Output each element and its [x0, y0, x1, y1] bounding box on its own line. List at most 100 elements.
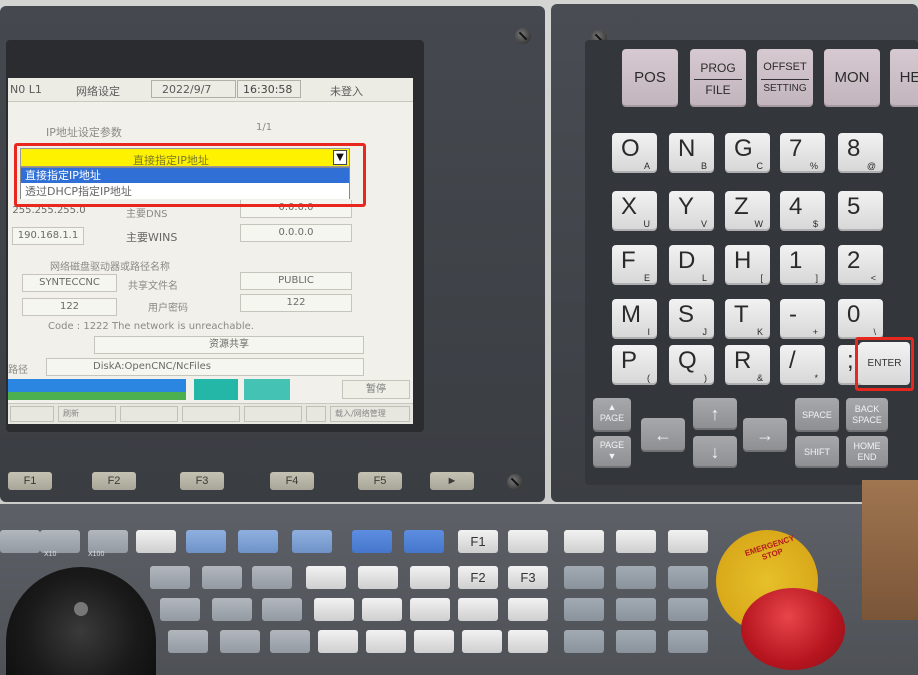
operator-panel-button-7[interactable] [352, 530, 392, 553]
operator-panel-button-11[interactable] [616, 530, 656, 553]
page-down-key[interactable]: PAGE ▼ [593, 436, 631, 468]
operator-panel-button-35[interactable] [270, 630, 310, 653]
softkey-4[interactable] [182, 406, 240, 422]
key-19[interactable]: 0 \ [838, 299, 883, 339]
softkey-3[interactable] [120, 406, 178, 422]
key-21[interactable]: Q) [669, 345, 714, 385]
key-2[interactable]: GC [725, 133, 770, 173]
emergency-stop-button[interactable] [741, 588, 845, 670]
key-18[interactable]: - + [780, 299, 825, 339]
key-3[interactable]: 7% [780, 133, 825, 173]
operator-panel-button-15[interactable] [252, 566, 292, 589]
operator-panel-button-23[interactable] [212, 598, 252, 621]
key-22[interactable]: R & [725, 345, 770, 385]
operator-panel-button-2[interactable] [88, 530, 128, 553]
operator-panel-button-9[interactable] [508, 530, 548, 553]
pos-key[interactable]: POS [622, 49, 678, 107]
mon-key[interactable]: MON [824, 49, 880, 107]
panel-f1-button[interactable]: F1 [458, 530, 498, 553]
operator-panel-button-1[interactable] [40, 530, 80, 553]
operator-panel-button-24[interactable] [262, 598, 302, 621]
softkey-6[interactable] [306, 406, 326, 422]
operator-panel-button-10[interactable] [564, 530, 604, 553]
user-name-field[interactable]: 122 [22, 298, 117, 316]
key-4[interactable]: 8 @ [838, 133, 883, 173]
backspace-key[interactable]: BACK SPACE [846, 398, 888, 432]
softkey-5[interactable] [244, 406, 302, 422]
page-up-key[interactable]: ▲ PAGE [593, 398, 631, 432]
operator-panel-button-34[interactable] [220, 630, 260, 653]
operator-panel-button-8[interactable] [404, 530, 444, 553]
operator-panel-button-28[interactable] [458, 598, 498, 621]
panel-f3-button[interactable]: F3 [508, 566, 548, 589]
operator-panel-button-29[interactable] [508, 598, 548, 621]
softkey-refresh[interactable]: 刷新 [58, 406, 116, 422]
operator-panel-button-36[interactable] [318, 630, 358, 653]
operator-panel-button-43[interactable] [668, 630, 708, 653]
key-1[interactable]: NB [669, 133, 714, 173]
f5-key[interactable]: F5 [358, 472, 402, 490]
path-field[interactable]: DiskA:OpenCNC/NcFiles [46, 358, 364, 376]
offset-setting-key[interactable]: OFFSET SETTING [757, 49, 813, 107]
operator-panel-button-40[interactable] [508, 630, 548, 653]
operator-panel-button-0[interactable] [0, 530, 40, 553]
key-20[interactable]: P( [612, 345, 657, 385]
next-page-arrow-icon[interactable]: ► [430, 472, 474, 490]
operator-panel-button-20[interactable] [616, 566, 656, 589]
login-status[interactable]: 未登入 [330, 83, 363, 99]
share-name-field[interactable]: PUBLIC [240, 272, 352, 290]
f2-key[interactable]: F2 [92, 472, 136, 490]
space-key[interactable]: SPACE [795, 398, 839, 432]
softkey-network-management[interactable]: 载入/网络管理 [330, 406, 410, 422]
operator-panel-button-25[interactable] [314, 598, 354, 621]
operator-panel-button-30[interactable] [564, 598, 604, 621]
arrow-up-icon[interactable]: ↑ [693, 398, 737, 430]
operator-panel-button-22[interactable] [160, 598, 200, 621]
operator-panel-button-3[interactable] [136, 530, 176, 553]
key-9[interactable]: 5 [838, 191, 883, 231]
key-17[interactable]: TK [725, 299, 770, 339]
wins-field[interactable]: 0.0.0.0 [240, 224, 352, 242]
help-key[interactable]: HE [890, 49, 918, 107]
operator-panel-button-37[interactable] [366, 630, 406, 653]
operator-panel-button-5[interactable] [238, 530, 278, 553]
key-23[interactable]: / * [780, 345, 825, 385]
key-14[interactable]: 2 < [838, 245, 883, 285]
key-11[interactable]: DL [669, 245, 714, 285]
operator-panel-button-26[interactable] [362, 598, 402, 621]
arrow-right-icon[interactable]: → [743, 418, 787, 452]
arrow-left-icon[interactable]: ← [641, 418, 685, 452]
operator-panel-button-6[interactable] [292, 530, 332, 553]
arrow-down-icon[interactable]: ↓ [693, 436, 737, 468]
key-15[interactable]: MI [612, 299, 657, 339]
operator-panel-button-27[interactable] [410, 598, 450, 621]
f4-key[interactable]: F4 [270, 472, 314, 490]
key-10[interactable]: FE [612, 245, 657, 285]
operator-panel-button-14[interactable] [202, 566, 242, 589]
prog-file-key[interactable]: PROG FILE [690, 49, 746, 107]
operator-panel-button-31[interactable] [616, 598, 656, 621]
operator-panel-button-41[interactable] [564, 630, 604, 653]
operator-panel-button-12[interactable] [668, 530, 708, 553]
operator-panel-button-33[interactable] [168, 630, 208, 653]
key-16[interactable]: SJ [669, 299, 714, 339]
operator-panel-button-42[interactable] [616, 630, 656, 653]
operator-panel-button-13[interactable] [150, 566, 190, 589]
operator-panel-button-39[interactable] [462, 630, 502, 653]
drive-name-field[interactable]: SYNTECCNC [22, 274, 117, 292]
key-0[interactable]: OA [612, 133, 657, 173]
f1-key[interactable]: F1 [8, 472, 52, 490]
key-7[interactable]: ZW [725, 191, 770, 231]
key-12[interactable]: H[ [725, 245, 770, 285]
home-end-key[interactable]: HOME END [846, 436, 888, 468]
operator-panel-button-18[interactable] [410, 566, 450, 589]
panel-f2-button[interactable]: F2 [458, 566, 498, 589]
gateway-field[interactable]: 190.168.1.1 [12, 227, 84, 245]
key-8[interactable]: 4 $ [780, 191, 825, 231]
key-13[interactable]: 1] [780, 245, 825, 285]
key-5[interactable]: XU [612, 191, 657, 231]
operator-panel-button-19[interactable] [564, 566, 604, 589]
operator-panel-button-17[interactable] [358, 566, 398, 589]
shift-key[interactable]: SHIFT [795, 436, 839, 468]
operator-panel-button-32[interactable] [668, 598, 708, 621]
